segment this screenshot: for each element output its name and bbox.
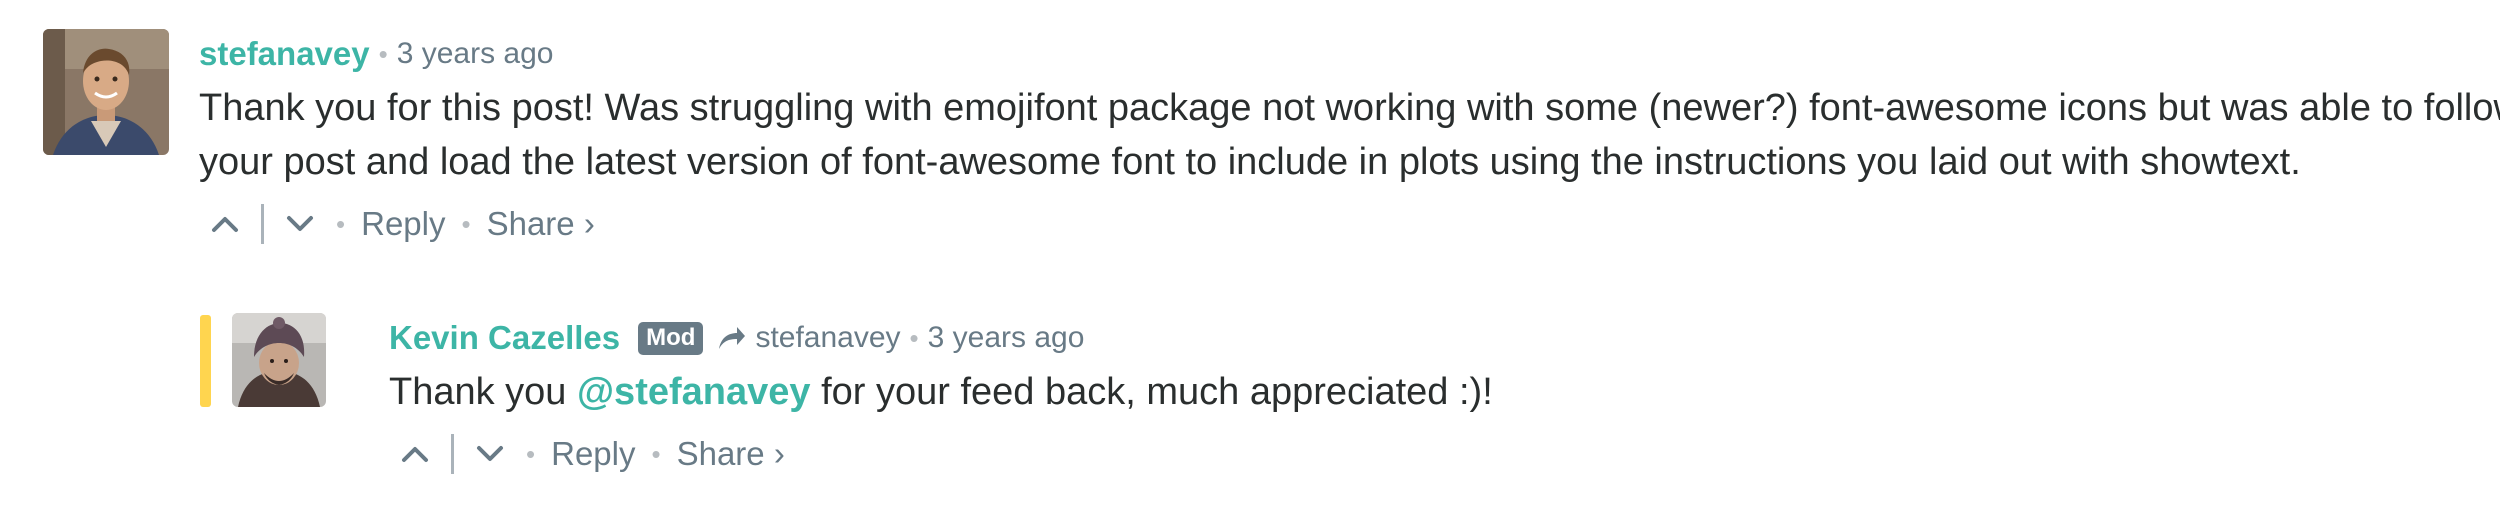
separator-dot: • (526, 438, 536, 469)
comment-actions: • Reply • Share › (199, 193, 2500, 255)
vote-divider (451, 434, 454, 474)
in-reply-to-author[interactable]: stefanavey (755, 321, 900, 355)
reply-comment: Kevin Cazelles Mod stefanavey • 3 years … (200, 313, 1493, 485)
separator-dot: • (909, 322, 919, 353)
comment-body: stefanavey • 3 years ago Thank you for t… (199, 29, 2500, 255)
message-text: Thank you (389, 371, 577, 413)
downvote-button[interactable] (280, 204, 320, 244)
reply-button[interactable]: Reply (551, 435, 635, 473)
share-button[interactable]: Share › (487, 205, 595, 243)
share-arrow-icon (715, 323, 747, 353)
reply-button[interactable]: Reply (361, 205, 445, 243)
separator-dot: • (461, 208, 471, 239)
message-text: for your feed back, much appreciated :)! (810, 371, 1493, 413)
chevron-down-icon (477, 446, 503, 461)
timestamp[interactable]: 3 years ago (928, 321, 1085, 355)
separator-dot: • (651, 438, 661, 469)
downvote-button[interactable] (470, 434, 510, 474)
chevron-up-icon (402, 447, 428, 462)
timestamp[interactable]: 3 years ago (397, 37, 554, 71)
comment: stefanavey • 3 years ago Thank you for t… (43, 29, 2500, 255)
user-mention-link[interactable]: @stefanavey (577, 371, 811, 413)
author-name[interactable]: Kevin Cazelles (389, 319, 620, 357)
comment-actions: • Reply • Share › (389, 423, 1493, 485)
comment-message: Thank you @stefanavey for your feed back… (389, 365, 1493, 419)
share-button[interactable]: Share › (677, 435, 785, 473)
upvote-button[interactable] (395, 434, 435, 474)
comment-message: Thank you for this post! Was struggling … (199, 87, 2500, 183)
mod-badge: Mod (638, 321, 704, 355)
separator-dot: • (378, 38, 388, 69)
vote-divider (261, 204, 264, 244)
upvote-button[interactable] (205, 204, 245, 244)
reply-indicator-bar (200, 315, 211, 407)
avatar[interactable] (43, 29, 169, 155)
author-name[interactable]: stefanavey (199, 35, 370, 73)
avatar[interactable] (232, 313, 326, 407)
chevron-up-icon (212, 217, 238, 232)
comment-header: Kevin Cazelles Mod stefanavey • 3 years … (389, 313, 1493, 363)
separator-dot: • (336, 208, 346, 239)
chevron-down-icon (287, 216, 313, 231)
comment-body: Kevin Cazelles Mod stefanavey • 3 years … (389, 313, 1493, 485)
comment-header: stefanavey • 3 years ago (199, 29, 2500, 79)
